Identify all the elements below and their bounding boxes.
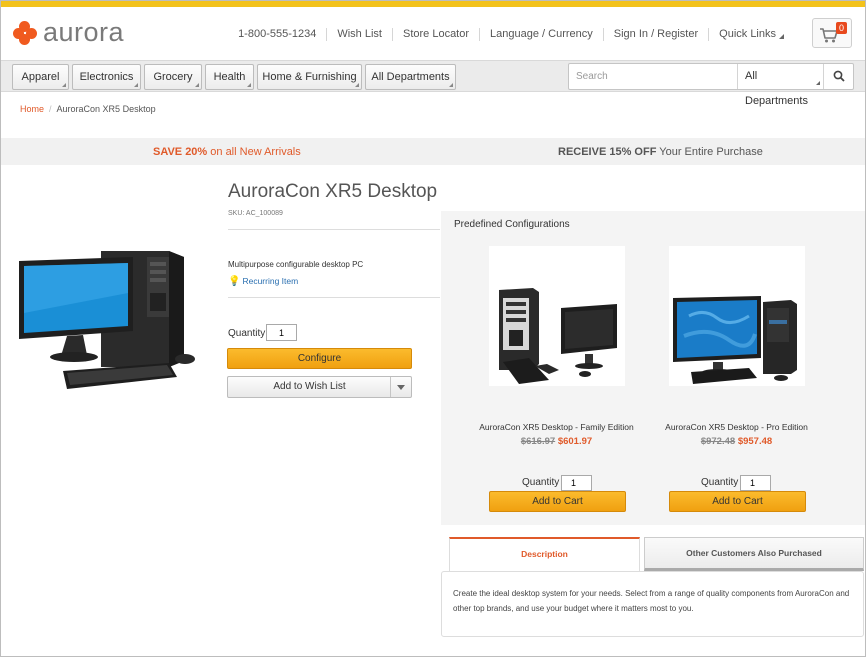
promo-strong: SAVE 20% <box>153 146 208 158</box>
category-label: Home & Furnishing <box>262 71 357 83</box>
language-currency-link[interactable]: Language / Currency <box>480 27 604 41</box>
category-electronics[interactable]: Electronics <box>72 64 141 90</box>
add-to-wish-list-control: Add to Wish List <box>227 376 412 398</box>
recurring-item-link[interactable]: 💡 Recurring Item <box>228 276 298 287</box>
dropdown-corner-icon <box>134 83 138 87</box>
quantity-label: Quantity <box>228 328 266 339</box>
dropdown-corner-icon <box>247 83 251 87</box>
category-label: Electronics <box>79 71 134 83</box>
predefined-configurations-panel: Predefined Configurations AuroraCon XR5 … <box>441 211 865 525</box>
search-scope-label: All Departments <box>745 70 808 107</box>
divider <box>228 229 440 230</box>
config-quantity-input[interactable] <box>740 475 771 491</box>
recurring-label: Recurring Item <box>242 276 299 286</box>
store-locator-link[interactable]: Store Locator <box>393 27 481 41</box>
aurora-logo[interactable]: aurora <box>13 19 124 46</box>
configure-button[interactable]: Configure <box>227 348 412 369</box>
category-health[interactable]: Health <box>205 64 254 90</box>
family-edition-image[interactable] <box>489 246 625 386</box>
product-sku: SKU: AC_100089 <box>228 210 283 217</box>
lightbulb-icon: 💡 <box>228 276 241 287</box>
category-apparel[interactable]: Apparel <box>12 64 69 90</box>
category-label: Health <box>213 71 246 83</box>
add-to-wish-list-button[interactable]: Add to Wish List <box>228 377 391 397</box>
configuration-name[interactable]: AuroraCon XR5 Desktop - Pro Edition <box>621 422 852 432</box>
promo-strong: RECEIVE 15% OFF <box>558 146 657 158</box>
breadcrumb-separator: / <box>49 104 52 114</box>
tab-description[interactable]: Description <box>449 537 640 571</box>
quick-links-label: Quick Links <box>719 27 776 40</box>
product-image[interactable] <box>19 243 199 414</box>
top-accent-stripe <box>1 1 865 7</box>
dropdown-corner-icon <box>449 83 453 87</box>
config-quantity-input[interactable] <box>561 475 592 491</box>
add-to-cart-button[interactable]: Add to Cart <box>489 491 626 512</box>
breadcrumb: Home / AuroraCon XR5 Desktop <box>20 104 156 114</box>
original-price: $616.97 <box>520 436 556 447</box>
divider <box>228 297 440 298</box>
configuration-price: $972.48 $957.48 <box>621 436 852 447</box>
promo-entire-purchase[interactable]: RECEIVE 15% OFF Your Entire Purchase <box>558 146 763 158</box>
category-label: Grocery <box>153 71 193 83</box>
search-box: All Departments <box>568 63 854 107</box>
chevron-down-icon <box>397 385 405 390</box>
logo-text: aurora <box>43 17 125 47</box>
promo-bar: SAVE 20% on all New Arrivals RECEIVE 15%… <box>1 138 865 165</box>
search-input[interactable] <box>569 64 737 89</box>
category-home-furnishing[interactable]: Home & Furnishing <box>257 64 362 90</box>
search-button[interactable] <box>823 64 853 89</box>
dropdown-corner-icon <box>779 33 784 39</box>
category-label: Apparel <box>21 71 60 83</box>
aurora-flower-icon <box>13 20 37 45</box>
category-bar: Apparel Electronics Grocery Health Home … <box>1 60 865 107</box>
config-quantity-label: Quantity <box>701 477 739 488</box>
product-short-description: Multipurpose configurable desktop PC <box>228 260 364 269</box>
quick-links-menu[interactable]: Quick Links <box>709 28 798 41</box>
wish-list-link[interactable]: Wish List <box>327 27 393 41</box>
breadcrumb-home-link[interactable]: Home <box>20 104 44 114</box>
sale-price: $957.48 <box>737 436 773 447</box>
search-scope-select[interactable]: All Departments <box>737 64 823 107</box>
utility-nav: 1-800-555-1234 Wish List Store Locator L… <box>228 27 798 41</box>
pro-edition-image[interactable] <box>669 246 805 386</box>
category-all-departments[interactable]: All Departments <box>365 64 456 90</box>
search-icon <box>833 70 845 82</box>
configurations-title: Predefined Configurations <box>454 219 570 230</box>
config-quantity-label: Quantity <box>522 477 560 488</box>
page: aurora 1-800-555-1234 Wish List Store Lo… <box>0 0 866 657</box>
dropdown-corner-icon <box>62 83 66 87</box>
add-to-cart-button[interactable]: Add to Cart <box>669 491 806 512</box>
quantity-input[interactable] <box>266 324 297 341</box>
promo-text: Your Entire Purchase <box>656 146 763 158</box>
promo-new-arrivals[interactable]: SAVE 20% on all New Arrivals <box>153 146 301 158</box>
dropdown-corner-icon <box>355 83 359 87</box>
shopping-cart-button[interactable]: 0 <box>812 18 852 48</box>
phone-link[interactable]: 1-800-555-1234 <box>228 27 328 41</box>
category-grocery[interactable]: Grocery <box>144 64 202 90</box>
sign-in-link[interactable]: Sign In / Register <box>604 27 710 41</box>
tab-other-customers[interactable]: Other Customers Also Purchased <box>644 537 864 571</box>
cart-count-badge: 0 <box>836 22 847 34</box>
tab-content-description: Create the ideal desktop system for your… <box>441 571 864 637</box>
promo-text: on all New Arrivals <box>207 146 301 158</box>
wish-list-dropdown-button[interactable] <box>390 377 411 397</box>
breadcrumb-current: AuroraCon XR5 Desktop <box>56 104 156 114</box>
dropdown-corner-icon <box>195 83 199 87</box>
sale-price: $601.97 <box>557 436 593 447</box>
dropdown-corner-icon <box>816 81 820 85</box>
original-price: $972.48 <box>700 436 736 447</box>
category-label: All Departments <box>371 71 450 83</box>
product-title: AuroraCon XR5 Desktop <box>228 181 438 202</box>
